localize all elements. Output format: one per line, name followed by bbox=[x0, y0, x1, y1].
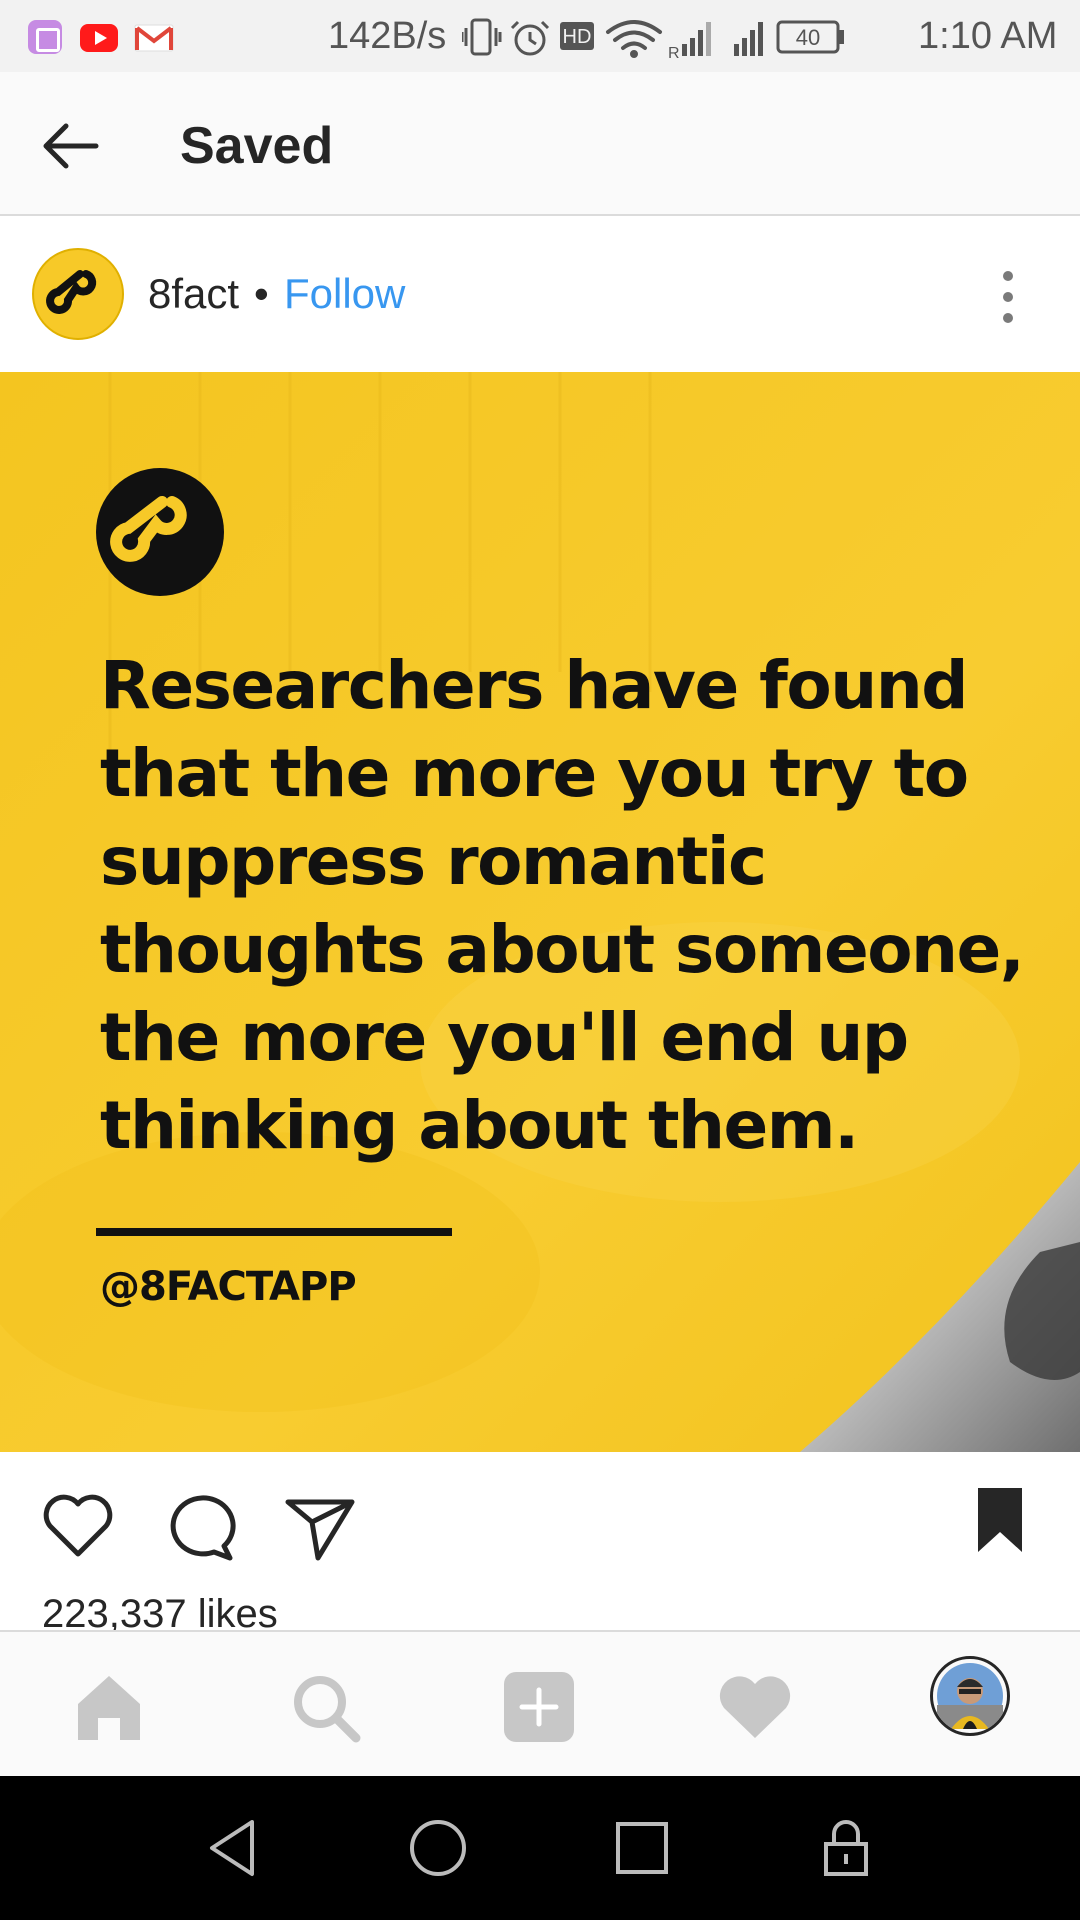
status-bar: 142B/s HD R 40 1:10 AM bbox=[0, 0, 1080, 72]
alarm-icon bbox=[510, 20, 550, 56]
add-post-icon[interactable] bbox=[494, 1662, 584, 1752]
fact-line: that the more you try to bbox=[100, 735, 969, 812]
bottom-nav bbox=[0, 1630, 1080, 1776]
system-back-icon[interactable] bbox=[198, 1812, 270, 1884]
follow-button[interactable]: Follow bbox=[284, 270, 405, 318]
hd-icon: HD bbox=[560, 22, 594, 50]
net-speed: 142B/s bbox=[328, 15, 447, 57]
fact-text: Researchers have found that the more you… bbox=[100, 642, 1025, 1170]
more-options-icon[interactable] bbox=[986, 262, 1030, 332]
fact-line: Researchers have found bbox=[100, 647, 968, 724]
bookmark-icon[interactable] bbox=[964, 1480, 1036, 1560]
post-author[interactable]: 8fact bbox=[148, 270, 239, 318]
back-arrow-icon[interactable] bbox=[36, 116, 108, 176]
page-title: Saved bbox=[180, 117, 334, 175]
search-icon[interactable] bbox=[280, 1662, 370, 1752]
clock: 1:10 AM bbox=[918, 15, 1058, 57]
system-nav-bar bbox=[0, 1776, 1080, 1920]
image-handle: @8FACTAPP bbox=[100, 1264, 357, 1310]
signal-roaming-icon: R bbox=[668, 22, 711, 60]
vibrate-icon bbox=[462, 18, 502, 56]
8fact-logo-icon bbox=[96, 468, 224, 596]
status-icons: HD R 40 bbox=[462, 18, 844, 60]
gallery-icon bbox=[28, 20, 62, 54]
gmail-icon bbox=[134, 24, 174, 52]
svg-text:HD: HD bbox=[563, 26, 592, 48]
activity-heart-icon[interactable] bbox=[710, 1662, 800, 1752]
fact-line: thinking about them. bbox=[100, 1087, 859, 1164]
svg-text:40: 40 bbox=[796, 25, 820, 50]
post-header: 8fact • Follow bbox=[0, 218, 1080, 370]
author-separator: • bbox=[254, 270, 269, 317]
image-divider bbox=[96, 1228, 452, 1236]
post-image[interactable]: Researchers have found that the more you… bbox=[0, 372, 1080, 1452]
profile-photo bbox=[937, 1663, 1003, 1729]
send-icon[interactable] bbox=[280, 1486, 360, 1566]
profile-avatar[interactable] bbox=[930, 1656, 1010, 1736]
youtube-icon bbox=[80, 24, 118, 52]
heart-icon[interactable] bbox=[38, 1486, 118, 1566]
post-actions: 223,337 likes bbox=[0, 1452, 1080, 1636]
lock-icon[interactable] bbox=[810, 1812, 882, 1884]
wifi-icon bbox=[606, 20, 662, 58]
fact-line: the more you'll end up bbox=[100, 999, 909, 1076]
system-recents-icon[interactable] bbox=[606, 1812, 678, 1884]
fact-line: suppress romantic bbox=[100, 823, 767, 900]
system-home-icon[interactable] bbox=[402, 1812, 474, 1884]
author-avatar[interactable] bbox=[32, 248, 124, 340]
battery-icon: 40 bbox=[776, 20, 844, 54]
comment-icon[interactable] bbox=[160, 1486, 240, 1566]
home-icon[interactable] bbox=[64, 1662, 154, 1752]
fact-line: thoughts about someone, bbox=[100, 911, 1025, 988]
8fact-logo-icon bbox=[46, 270, 97, 314]
app-header: Saved bbox=[0, 72, 1080, 216]
signal-icon bbox=[734, 22, 763, 56]
svg-text:R: R bbox=[668, 45, 680, 60]
